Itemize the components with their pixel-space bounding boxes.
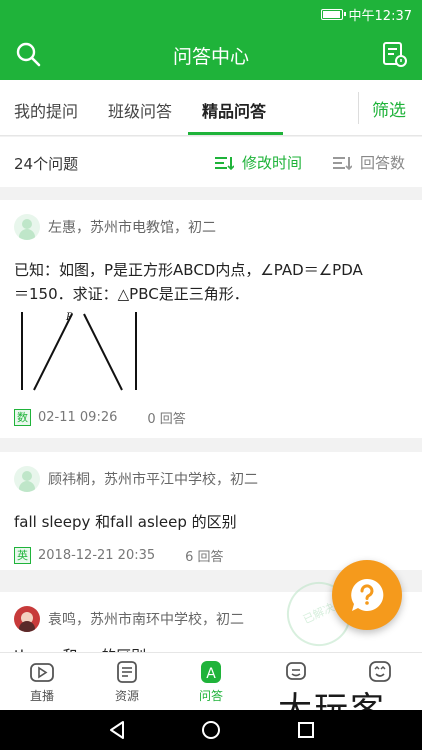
author-line: 顾祎桐，苏州市平江中学校，初二 [14, 466, 258, 492]
question-text: fall sleepy 和fall asleep 的区别 [14, 513, 237, 531]
resource-icon [117, 661, 137, 683]
sort-row: 24个问题 修改时间 回答数 [0, 137, 422, 187]
diagram-point-label: P [65, 312, 73, 323]
answer-count: 0 回答 [147, 412, 186, 427]
tab-my-questions[interactable]: 我的提问 [14, 98, 78, 122]
nav-qa[interactable]: A 问答 [181, 659, 241, 704]
tab-featured-qa[interactable]: 精品问答 [202, 98, 266, 122]
question-card[interactable]: 左惠，苏州市电教馆，初二 已知：如图，P是正方形ABCD内点，∠PAD＝∠PDA… [0, 200, 422, 438]
tab-class-qa[interactable]: 班级问答 [108, 98, 172, 122]
document-icon[interactable] [380, 40, 408, 68]
battery-icon [320, 9, 346, 20]
author-line: 左惠，苏州市电教馆，初二 [14, 214, 216, 240]
video-icon [30, 663, 54, 682]
sort-by-time-label: 修改时间 [242, 154, 303, 172]
recents-icon[interactable] [296, 720, 316, 740]
question-meta: 英 2018-12-21 20:35 6 回答 [14, 546, 224, 565]
nav-live[interactable]: 直播 [12, 659, 72, 704]
avatar [14, 606, 40, 632]
back-icon[interactable] [108, 720, 128, 740]
ask-question-button[interactable] [332, 560, 402, 630]
question-text: the ... 和 ... 的区别 [14, 644, 146, 652]
svg-text:A: A [206, 666, 216, 682]
geometry-diagram: P [21, 312, 137, 391]
home-icon[interactable] [201, 720, 221, 740]
author-line: 袁鸣，苏州市南环中学校，初二 [14, 606, 244, 632]
question-date: 02-11 09:26 [38, 410, 118, 425]
sort-by-answers-label: 回答数 [360, 154, 406, 172]
nav-resources[interactable]: 资源 [97, 659, 157, 704]
author-info: 左惠，苏州市电教馆，初二 [48, 220, 216, 236]
avatar [14, 214, 40, 240]
subject-badge: 数 [14, 409, 31, 426]
question-text-line: 已知：如图，P是正方形ABCD内点，∠PAD＝∠PDA [14, 261, 363, 279]
filter-button[interactable]: 筛选 [372, 96, 406, 121]
question-date: 2018-12-21 20:35 [38, 548, 156, 563]
question-text-line: ＝150．求证：△PBC是正三角形． [14, 285, 249, 303]
app-header: 问答中心 [0, 28, 422, 80]
tab-divider [358, 92, 359, 124]
answer-count: 6 回答 [185, 550, 224, 565]
author-info: 顾祎桐，苏州市平江中学校，初二 [48, 472, 258, 488]
status-bar: 中午12:37 [0, 0, 422, 28]
question-card[interactable]: 顾祎桐，苏州市平江中学校，初二 fall sleepy 和fall asleep… [0, 452, 422, 570]
nav-resources-label: 资源 [114, 689, 139, 703]
status-time: 中午12:37 [348, 9, 412, 24]
page-title: 问答中心 [172, 46, 249, 68]
sort-by-answers-button[interactable]: 回答数 [332, 152, 405, 173]
question-count: 24个问题 [14, 155, 79, 173]
avatar [14, 466, 40, 492]
nav-qa-label: 问答 [198, 689, 223, 703]
question-text: 已知：如图，P是正方形ABCD内点，∠PAD＝∠PDA ＝150．求证：△PBC… [14, 258, 363, 306]
active-tab-indicator [188, 132, 283, 135]
qa-icon: A [201, 661, 221, 683]
question-icon [351, 578, 384, 611]
sort-icon [215, 156, 234, 170]
subject-badge: 英 [14, 547, 31, 564]
sort-icon [333, 156, 352, 170]
tab-bar: 我的提问 班级问答 精品问答 筛选 [0, 80, 422, 136]
nav-live-label: 直播 [29, 689, 54, 703]
system-navigation-bar [0, 710, 422, 750]
sort-by-time-button[interactable]: 修改时间 [214, 152, 302, 173]
author-info: 袁鸣，苏州市南环中学校，初二 [48, 612, 244, 628]
question-meta: 数 02-11 09:26 0 回答 [14, 408, 186, 427]
